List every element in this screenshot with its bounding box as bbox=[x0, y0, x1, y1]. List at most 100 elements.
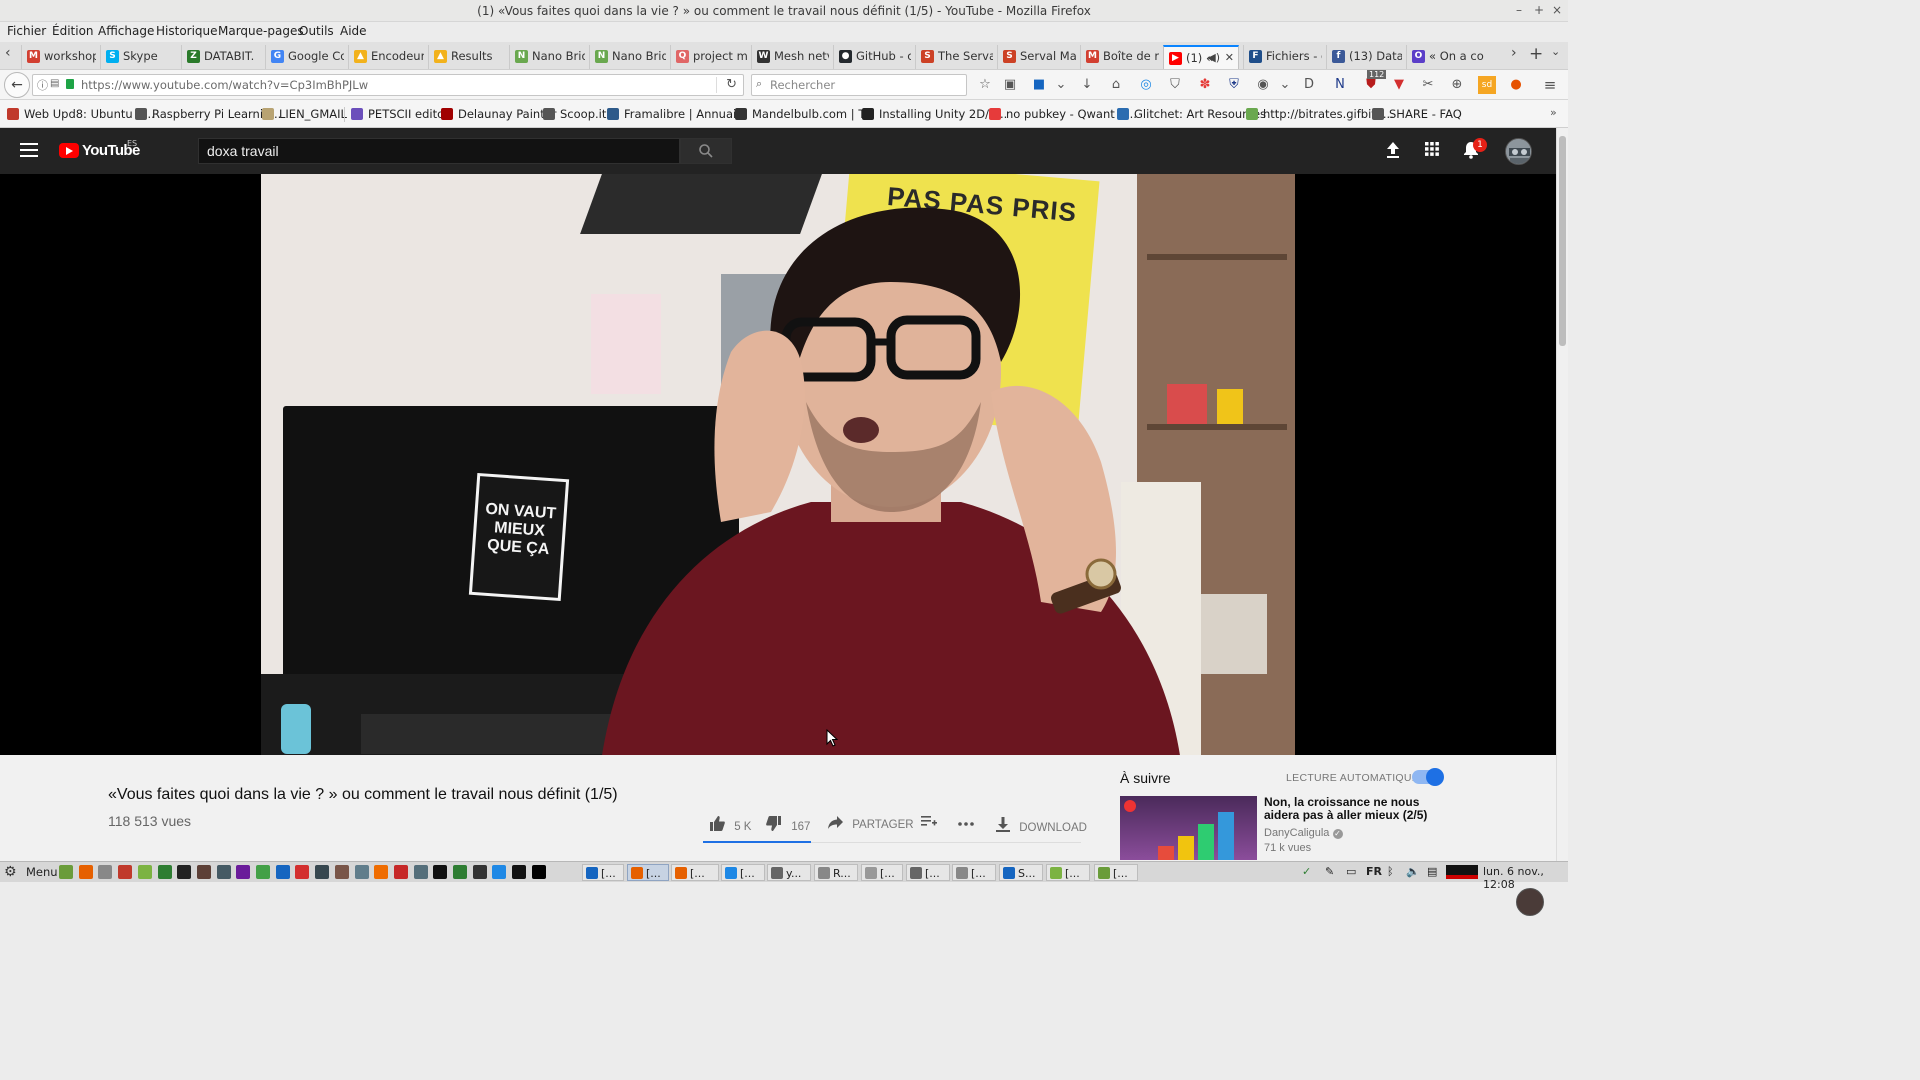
bookmark-item[interactable]: Installing Unity 2D/3... bbox=[862, 107, 1007, 121]
guide-menu-icon[interactable] bbox=[20, 143, 38, 157]
tab-close-icon[interactable]: ✕ bbox=[1225, 47, 1234, 69]
quick-launch-icon[interactable] bbox=[354, 865, 369, 879]
save-icon[interactable]: ■ bbox=[1030, 76, 1048, 94]
clock[interactable]: lun. 6 nov., 12:08 bbox=[1483, 865, 1568, 891]
menu-affichage[interactable]: Affichage bbox=[98, 24, 154, 38]
download-icon[interactable]: ↓ bbox=[1078, 76, 1096, 94]
taskbar-window-button[interactable]: [... bbox=[952, 864, 996, 881]
bookmark-item[interactable]: Web Upd8: Ubuntu / ... bbox=[7, 107, 155, 121]
list-tabs-icon[interactable]: ⌄ bbox=[1551, 45, 1560, 58]
menu-fichier[interactable]: Fichier bbox=[7, 24, 46, 38]
bookmark-item[interactable]: Framalibre | Annuai... bbox=[607, 107, 747, 121]
youtube-search-box[interactable] bbox=[198, 138, 680, 164]
search-bar[interactable]: ⌕ Rechercher bbox=[751, 74, 967, 96]
back-button[interactable]: ← bbox=[4, 72, 30, 98]
tab-18[interactable]: O « On a cor bbox=[1406, 45, 1484, 69]
dropdown-icon[interactable]: ⌄ bbox=[1276, 76, 1294, 94]
permissions-icon[interactable]: ▤ bbox=[50, 78, 59, 89]
tab-13[interactable]: S Serval Ma bbox=[997, 45, 1076, 69]
menu-historique[interactable]: Historique bbox=[156, 24, 218, 38]
menu-gear-icon[interactable]: ⚙ bbox=[4, 864, 17, 880]
quick-launch-icon[interactable] bbox=[256, 865, 270, 879]
n-extension-icon[interactable]: N bbox=[1331, 76, 1349, 94]
bookmark-item[interactable]: Raspberry Pi Learnin... bbox=[135, 107, 281, 121]
taskbar-window-button[interactable]: [... bbox=[906, 864, 950, 881]
tab-11[interactable]: ● GitHub - c bbox=[833, 45, 911, 69]
menu-outils[interactable]: Outils bbox=[299, 24, 334, 38]
extension-icon[interactable]: ✽ bbox=[1196, 76, 1214, 94]
tab-17[interactable]: f (13) Datab bbox=[1326, 45, 1402, 69]
quick-launch-icon[interactable] bbox=[196, 865, 211, 879]
tab-scroll-right-icon[interactable]: › bbox=[1511, 45, 1517, 61]
taskbar-window-button[interactable]: [... bbox=[1094, 864, 1138, 881]
quick-launch-icon[interactable] bbox=[315, 865, 330, 879]
keyboard-layout[interactable]: FR bbox=[1366, 865, 1382, 878]
bookmark-item[interactable]: Mandelbulb.com | T... bbox=[735, 107, 875, 121]
hamburger-menu-icon[interactable]: ≡ bbox=[1541, 76, 1559, 94]
tab-audio-icon[interactable]: ◀) bbox=[1207, 47, 1220, 69]
pen-tray-icon[interactable]: ✎ bbox=[1325, 865, 1334, 878]
taskbar-window-button[interactable]: [... bbox=[671, 864, 719, 881]
start-menu-button[interactable]: Menu bbox=[26, 865, 58, 879]
quick-launch-icon[interactable] bbox=[512, 865, 527, 879]
quick-launch-icon[interactable] bbox=[492, 865, 507, 879]
network-tray-icon[interactable]: ▤ bbox=[1427, 865, 1437, 878]
shield-tray-icon[interactable]: ✓ bbox=[1302, 865, 1311, 878]
bookmark-item[interactable]: SHARE - FAQ bbox=[1372, 107, 1462, 121]
quick-launch-icon[interactable] bbox=[177, 865, 192, 879]
quick-launch-icon[interactable] bbox=[433, 865, 448, 879]
tab-10[interactable]: W Mesh netv bbox=[751, 45, 829, 69]
minimize-button[interactable]: – bbox=[1512, 3, 1526, 17]
url-text[interactable]: https://www.youtube.com/watch?v=Cp3ImBhP… bbox=[81, 78, 368, 92]
quick-launch-icon[interactable] bbox=[216, 865, 231, 879]
tab-7[interactable]: N Nano Brid bbox=[509, 45, 585, 69]
taskbar-window-button[interactable]: [... bbox=[627, 864, 669, 881]
quick-launch-icon[interactable] bbox=[413, 865, 428, 879]
up-next-title[interactable]: Non, la croissance ne nous aidera pas à … bbox=[1264, 796, 1454, 822]
site-info-icon[interactable]: ⓘ bbox=[37, 77, 48, 93]
bookmark-item[interactable]: Scoop.it! bbox=[543, 107, 611, 121]
scrollbar-thumb[interactable] bbox=[1559, 136, 1566, 346]
bookmark-item[interactable]: Glitchet: Art Resources bbox=[1117, 107, 1266, 121]
shield-icon[interactable]: ⛨ bbox=[1225, 76, 1243, 94]
volume-tray-icon[interactable]: 🔈 bbox=[1406, 865, 1420, 878]
tools-icon[interactable]: ✂ bbox=[1419, 76, 1437, 94]
quick-launch-icon[interactable] bbox=[137, 865, 152, 879]
search-placeholder[interactable]: Rechercher bbox=[770, 78, 835, 92]
bookmark-item[interactable]: PETSCII editor bbox=[351, 107, 449, 121]
tab-scroll-left-icon[interactable]: ‹ bbox=[5, 45, 11, 61]
reload-icon[interactable]: ↻ bbox=[726, 77, 737, 92]
quick-launch-icon[interactable] bbox=[472, 865, 487, 879]
up-next-thumbnail[interactable] bbox=[1120, 796, 1257, 860]
taskbar-window-button[interactable]: y... bbox=[767, 864, 811, 881]
bookmark-item[interactable]: Delaunay Painter bbox=[441, 107, 557, 121]
d-extension-icon[interactable]: D bbox=[1300, 76, 1318, 94]
quick-launch-icon[interactable] bbox=[236, 865, 251, 879]
bookmark-item[interactable]: no pubkey - Qwant R... bbox=[989, 107, 1137, 121]
bookmark-item[interactable]: LIEN_GMAIL bbox=[262, 107, 347, 121]
channel-watermark[interactable] bbox=[1516, 888, 1544, 916]
tab-6[interactable]: ▲ Results bbox=[428, 45, 505, 69]
sync-icon[interactable]: ◎ bbox=[1137, 76, 1155, 94]
taskbar-window-button[interactable]: [... bbox=[1046, 864, 1090, 881]
youtube-search-input[interactable] bbox=[199, 139, 679, 163]
dislike-button[interactable]: 167 bbox=[766, 816, 810, 833]
quick-launch-icon[interactable] bbox=[374, 865, 389, 879]
more-actions-button[interactable] bbox=[958, 816, 980, 828]
quick-launch-icon[interactable] bbox=[59, 865, 73, 879]
sd-extension-icon[interactable]: sd bbox=[1478, 76, 1496, 94]
youtube-search-button[interactable] bbox=[680, 138, 732, 164]
menu-edition[interactable]: Édition bbox=[52, 24, 94, 38]
menu-marque-pages[interactable]: Marque-pages bbox=[218, 24, 304, 38]
maximize-button[interactable]: + bbox=[1532, 3, 1546, 17]
tab-8[interactable]: N Nano Brid bbox=[589, 45, 666, 69]
video-player[interactable]: PAS PAS PRIS ON VAUT MIEUX QUE ÇA bbox=[0, 174, 1556, 916]
tab-15[interactable]: ▶ (1) «◀) ✕ bbox=[1163, 45, 1239, 69]
tab-1[interactable]: Mworkshop bbox=[21, 45, 96, 69]
video-frame[interactable]: PAS PAS PRIS ON VAUT MIEUX QUE ÇA bbox=[261, 174, 1295, 755]
apps-grid-icon[interactable] bbox=[1422, 141, 1442, 161]
tab-5[interactable]: ▲ Encodeur bbox=[348, 45, 424, 69]
taskbar-window-button[interactable]: [... bbox=[721, 864, 765, 881]
download-manager-icon[interactable]: ▼ bbox=[1390, 76, 1408, 94]
share-button[interactable]: PARTAGER bbox=[828, 816, 914, 831]
